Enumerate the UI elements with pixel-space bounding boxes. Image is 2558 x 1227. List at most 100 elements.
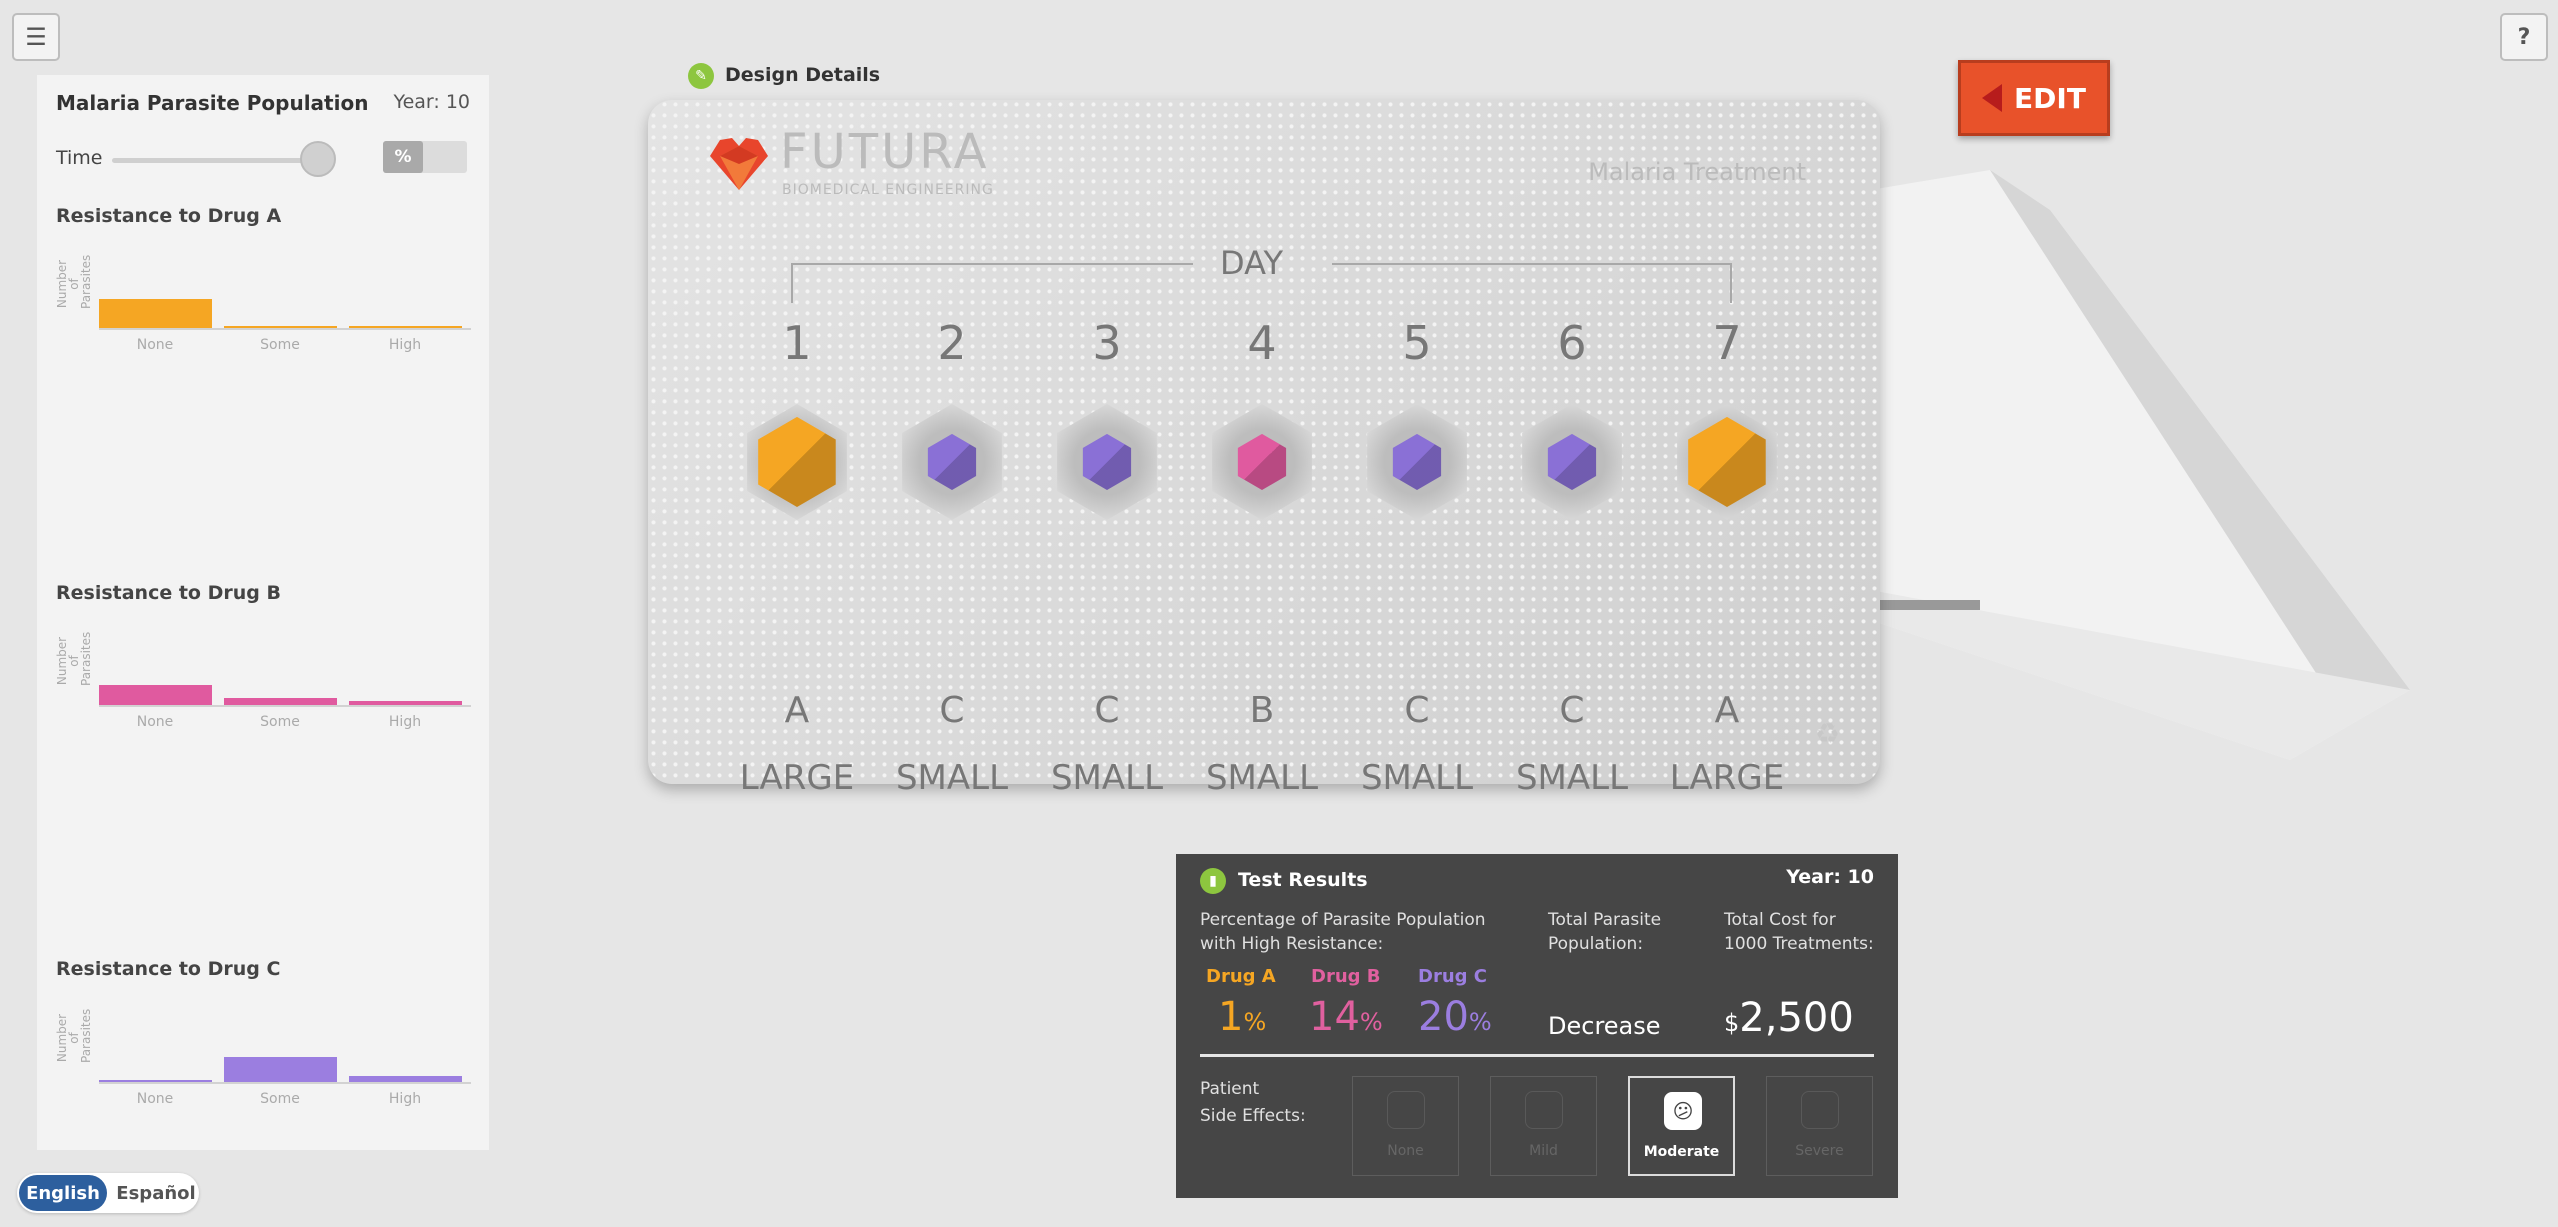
chart-x-label: None (136, 337, 174, 353)
side-effects-label-line2: Side Effects: (1200, 1106, 1306, 1126)
resistance-header-line2: with High Resistance: (1200, 934, 1384, 954)
chart-bar-high (349, 1076, 462, 1082)
bar-chart-icon: ▮ (1200, 868, 1226, 894)
chart-baseline (99, 1082, 471, 1084)
back-arrow-icon (1982, 84, 2003, 112)
test-results-title: Test Results (1238, 869, 1368, 891)
panel-title: Malaria Parasite Population (56, 91, 369, 115)
blister-pack-card: FUTURA BIOMEDICAL ENGINEERING Malaria Tr… (648, 100, 1880, 798)
side-effect-mild[interactable]: Mild (1490, 1076, 1597, 1176)
population-header-line2: Population: (1548, 934, 1644, 954)
chart-title-drug-c: Resistance to Drug C (56, 958, 281, 980)
percent-toggle[interactable]: % (383, 141, 467, 173)
cost-header-line1: Total Cost for (1724, 910, 1836, 930)
side-effect-label: None (1387, 1143, 1424, 1159)
chart-title-drug-a: Resistance to Drug A (56, 205, 282, 227)
percent-toggle-on[interactable]: % (383, 141, 423, 173)
drug-percent-number: 1 (1218, 994, 1244, 1040)
pencil-icon: ✎ (688, 63, 714, 89)
drug-percent-sign: % (1243, 1008, 1267, 1036)
futura-heart-logo-icon (710, 138, 768, 190)
spanish-button[interactable]: Español (115, 1175, 197, 1211)
day-number: 2 (937, 316, 967, 370)
chart-bar-none (99, 299, 212, 328)
chart-bar-high (349, 701, 462, 705)
face-moderate-icon: 😕 (1664, 1092, 1702, 1130)
side-effect-none[interactable]: None (1352, 1076, 1459, 1176)
chart-bar-high (349, 326, 462, 328)
brand-subtitle: BIOMEDICAL ENGINEERING (782, 182, 994, 198)
day-drug-letter: C (1094, 690, 1120, 731)
day-drug-letter: C (939, 690, 965, 731)
side-effect-label: Severe (1795, 1143, 1844, 1159)
day-drug-letter: C (1404, 690, 1430, 731)
help-button[interactable]: ? (2500, 13, 2548, 61)
side-effect-severe[interactable]: Severe (1766, 1076, 1873, 1176)
day-number: 4 (1247, 316, 1277, 370)
product-name: Malaria Treatment (1588, 158, 1806, 186)
drug-percent-number: 20 (1418, 994, 1469, 1040)
currency-symbol: $ (1724, 1009, 1740, 1037)
drug-b-label: Drug B (1311, 966, 1381, 987)
time-label: Time (56, 147, 103, 169)
test-results-panel: ▮ Test Results Year: 10 Percentage of Pa… (1176, 854, 1898, 1198)
chart-x-label: Some (260, 1091, 300, 1107)
english-button[interactable]: English (19, 1175, 107, 1211)
chart-bar-none (99, 685, 212, 705)
drug-c-label: Drug C (1418, 966, 1487, 987)
side-effects-label-line1: Patient (1200, 1079, 1260, 1099)
resistance-header-line1: Percentage of Parasite Population (1200, 910, 1486, 930)
day-drug-letter: A (784, 690, 810, 731)
day-bracket-left (791, 263, 1193, 265)
panel-year: Year: 10 (393, 91, 470, 113)
chart-x-label: None (136, 714, 174, 730)
side-effect-label: Mild (1529, 1143, 1558, 1159)
cost-header-line2: 1000 Treatments: (1724, 934, 1874, 954)
day-drug-letter: C (1559, 690, 1585, 731)
brand-name: FUTURA (780, 124, 990, 180)
cost-result: $2,500 (1724, 995, 1854, 1041)
day-number: 3 (1092, 316, 1122, 370)
population-result: Decrease (1548, 1012, 1661, 1040)
chart-x-label: Some (260, 714, 300, 730)
side-effect-moderate[interactable]: 😕 Moderate (1628, 1076, 1735, 1176)
edit-button[interactable]: EDIT (1958, 60, 2110, 136)
recycle-icon: ♻ (1814, 717, 1840, 750)
resistance-chart-drug-c: Number of Parasites None Some High (55, 1007, 471, 1127)
chart-x-label: Some (260, 337, 300, 353)
drug-percent-number: 14 (1309, 994, 1360, 1040)
day-dose-size: SMALL (1205, 758, 1319, 798)
cost-value: 2,500 (1739, 995, 1854, 1041)
drug-b-resistance-value: 14% (1309, 994, 1383, 1040)
day-dose-size: SMALL (895, 758, 1009, 798)
face-severe-icon (1801, 1091, 1839, 1129)
resistance-chart-drug-b: Number of Parasites None Some High (55, 630, 471, 750)
chart-bar-none (99, 1080, 212, 1082)
hamburger-menu-icon: ☰ (25, 23, 47, 51)
medicine-box (1870, 170, 2410, 760)
day-dose-size: SMALL (1360, 758, 1474, 798)
parasite-population-panel: Malaria Parasite Population Year: 10 Tim… (37, 75, 489, 1150)
day-bracket-right-end (1730, 263, 1732, 303)
time-slider-knob[interactable] (300, 141, 336, 177)
day-number: 6 (1557, 316, 1587, 370)
day-bracket-right (1332, 263, 1732, 265)
drug-c-resistance-value: 20% (1418, 994, 1492, 1040)
drug-a-label: Drug A (1206, 966, 1276, 987)
day-number: 7 (1712, 316, 1742, 370)
language-switch: English Español (17, 1173, 199, 1213)
drug-a-resistance-value: 1% (1218, 994, 1266, 1040)
population-header-line1: Total Parasite (1548, 910, 1662, 930)
results-divider (1200, 1054, 1874, 1057)
chart-x-label: None (136, 1091, 174, 1107)
chart-bar-some (224, 1057, 337, 1082)
day-number: 5 (1402, 316, 1432, 370)
resistance-header: Percentage of Parasite Population with H… (1200, 908, 1486, 956)
day-bracket-left-end (791, 263, 793, 303)
chart-x-label: High (388, 714, 422, 730)
drug-percent-sign: % (1468, 1008, 1492, 1036)
menu-button[interactable]: ☰ (12, 13, 60, 61)
test-results-year: Year: 10 (1786, 866, 1874, 888)
drug-percent-sign: % (1359, 1008, 1383, 1036)
chart-baseline (99, 705, 471, 707)
